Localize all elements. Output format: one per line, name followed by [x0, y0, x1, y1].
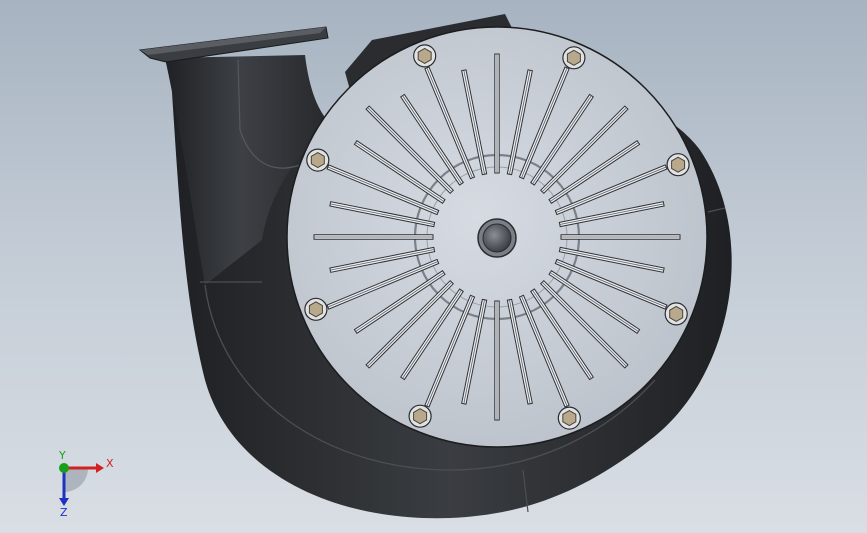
y-axis-dot	[59, 463, 69, 473]
shaft-icon[interactable]	[482, 223, 512, 253]
bolt-icon[interactable]	[557, 406, 581, 430]
x-axis-label: X	[106, 457, 114, 470]
z-axis-label: Z	[60, 506, 68, 519]
blower-model[interactable]	[0, 0, 867, 533]
bolt-icon[interactable]	[304, 297, 328, 321]
bolt-icon[interactable]	[664, 302, 688, 326]
bolt-icon[interactable]	[306, 148, 330, 172]
bolt-icon[interactable]	[562, 46, 586, 70]
z-axis-arrowhead	[59, 498, 69, 506]
graphics-viewport[interactable]: X Y Z	[0, 0, 867, 533]
y-axis-label: Y	[58, 450, 66, 462]
axis-triad[interactable]: X Y Z	[40, 450, 120, 520]
triad-plane-icon	[64, 468, 88, 492]
x-axis-arrowhead	[96, 463, 104, 473]
bolt-icon[interactable]	[413, 44, 437, 68]
bolt-icon[interactable]	[666, 153, 690, 177]
bolt-icon[interactable]	[408, 404, 432, 428]
